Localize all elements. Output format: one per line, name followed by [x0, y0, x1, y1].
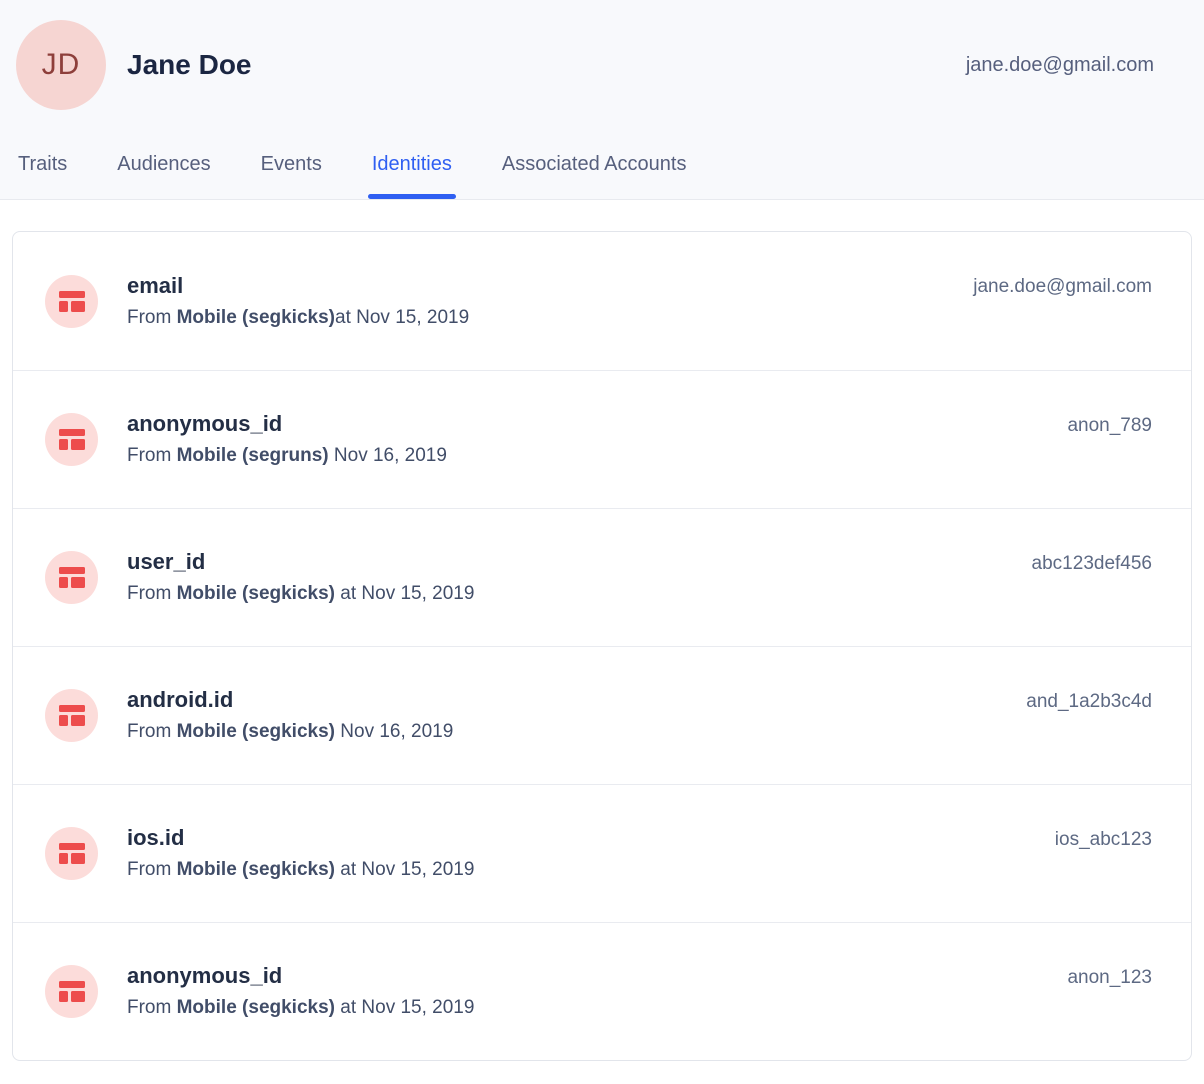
- tab-traits[interactable]: Traits: [18, 152, 67, 199]
- source-name: Mobile (segkicks): [177, 859, 335, 880]
- identity-text: android.id From Mobile (segkicks) Nov 16…: [127, 688, 453, 743]
- identity-text: ios.id From Mobile (segkicks) at Nov 15,…: [127, 826, 474, 881]
- source-prefix: From: [127, 583, 177, 604]
- identity-value: ios_abc123: [1031, 829, 1152, 851]
- identity-name: anonymous_id: [127, 412, 447, 436]
- identity-value: and_1a2b3c4d: [1002, 691, 1152, 713]
- identity-row-anonymous-id: anonymous_id From Mobile (segruns) Nov 1…: [13, 370, 1191, 508]
- source-prefix: From: [127, 445, 177, 466]
- identities-card: email From Mobile (segkicks)at Nov 15, 2…: [12, 231, 1192, 1061]
- identity-name: user_id: [127, 550, 474, 574]
- source-date: at Nov 15, 2019: [335, 307, 469, 328]
- identity-value: jane.doe@gmail.com: [949, 276, 1152, 298]
- identity-row-ios-id: ios.id From Mobile (segkicks) at Nov 15,…: [13, 784, 1191, 922]
- tab-associated-accounts[interactable]: Associated Accounts: [502, 152, 687, 199]
- header-email: jane.doe@gmail.com: [966, 54, 1154, 77]
- main-content: email From Mobile (segkicks)at Nov 15, 2…: [0, 200, 1204, 1061]
- identity-value: anon_123: [1043, 967, 1152, 989]
- source-date: at Nov 15, 2019: [335, 997, 474, 1018]
- source-name: Mobile (segkicks): [177, 583, 335, 604]
- identity-row-android-id: android.id From Mobile (segkicks) Nov 16…: [13, 646, 1191, 784]
- layout-icon: [45, 275, 98, 328]
- tab-events[interactable]: Events: [261, 152, 322, 199]
- source-prefix: From: [127, 721, 177, 742]
- source-prefix: From: [127, 997, 177, 1018]
- identity-source-line: From Mobile (segkicks) Nov 16, 2019: [127, 721, 453, 743]
- layout-icon: [45, 965, 98, 1018]
- identity-name: anonymous_id: [127, 964, 474, 988]
- identity-name: ios.id: [127, 826, 474, 850]
- identity-text: email From Mobile (segkicks)at Nov 15, 2…: [127, 274, 469, 329]
- identity-text: user_id From Mobile (segkicks) at Nov 15…: [127, 550, 474, 605]
- identity-row-anonymous-id-2: anonymous_id From Mobile (segkicks) at N…: [13, 922, 1191, 1060]
- identity-source-line: From Mobile (segkicks) at Nov 15, 2019: [127, 583, 474, 605]
- profile-header-top: JD Jane Doe jane.doe@gmail.com: [0, 0, 1204, 130]
- source-name: Mobile (segruns): [177, 445, 329, 466]
- source-date: at Nov 15, 2019: [335, 583, 474, 604]
- layout-icon: [45, 689, 98, 742]
- identity-source-line: From Mobile (segkicks) at Nov 15, 2019: [127, 859, 474, 881]
- page-title: Jane Doe: [127, 49, 252, 81]
- layout-icon: [45, 551, 98, 604]
- identity-row-email: email From Mobile (segkicks)at Nov 15, 2…: [13, 232, 1191, 370]
- avatar: JD: [16, 20, 106, 110]
- tab-audiences[interactable]: Audiences: [117, 152, 210, 199]
- tab-identities[interactable]: Identities: [372, 152, 452, 199]
- identity-row-user-id: user_id From Mobile (segkicks) at Nov 15…: [13, 508, 1191, 646]
- source-prefix: From: [127, 307, 177, 328]
- source-name: Mobile (segkicks): [177, 997, 335, 1018]
- source-date: Nov 16, 2019: [329, 445, 447, 466]
- source-name: Mobile (segkicks): [177, 721, 335, 742]
- identity-text: anonymous_id From Mobile (segruns) Nov 1…: [127, 412, 447, 467]
- source-date: Nov 16, 2019: [335, 721, 453, 742]
- user-profile-page: JD Jane Doe jane.doe@gmail.com Traits Au…: [0, 0, 1204, 1084]
- identity-text: anonymous_id From Mobile (segkicks) at N…: [127, 964, 474, 1019]
- identity-source-line: From Mobile (segkicks) at Nov 15, 2019: [127, 997, 474, 1019]
- source-prefix: From: [127, 859, 177, 880]
- identity-name: email: [127, 274, 469, 298]
- identity-value: abc123def456: [1008, 553, 1152, 575]
- layout-icon: [45, 827, 98, 880]
- profile-header: JD Jane Doe jane.doe@gmail.com Traits Au…: [0, 0, 1204, 200]
- identity-value: anon_789: [1043, 415, 1152, 437]
- identity-source-line: From Mobile (segkicks)at Nov 15, 2019: [127, 307, 469, 329]
- source-date: at Nov 15, 2019: [335, 859, 474, 880]
- identity-source-line: From Mobile (segruns) Nov 16, 2019: [127, 445, 447, 467]
- identity-name: android.id: [127, 688, 453, 712]
- source-name: Mobile (segkicks): [177, 307, 335, 328]
- layout-icon: [45, 413, 98, 466]
- tab-bar: Traits Audiences Events Identities Assoc…: [0, 152, 686, 199]
